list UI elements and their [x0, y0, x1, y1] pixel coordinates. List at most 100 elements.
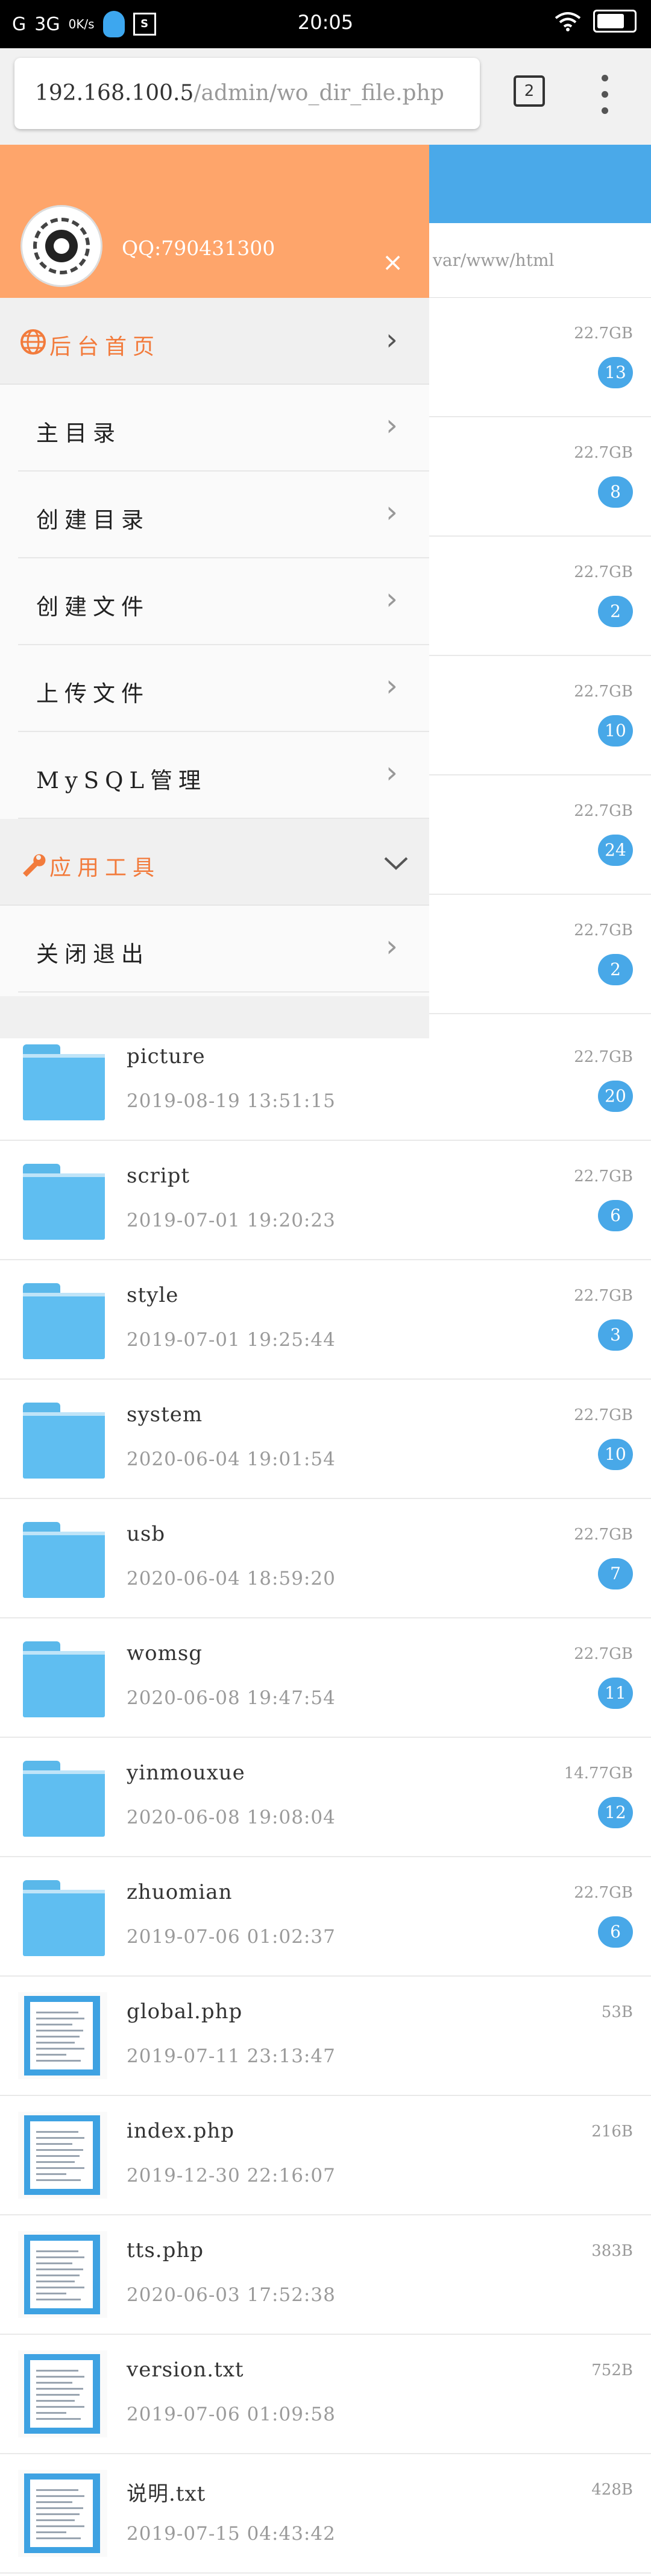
item-name: 说明.txt	[127, 2482, 206, 2506]
item-count-badge: 2	[598, 954, 633, 985]
item-size: 22.7GB	[574, 1884, 633, 1902]
item-size: 428B	[591, 2481, 633, 2499]
item-name: system	[127, 1403, 203, 1427]
item-name: index.php	[127, 2119, 235, 2143]
menu-item-label: 创建目录	[36, 507, 149, 533]
menu-section-home[interactable]: 后台首页 ›	[0, 298, 429, 385]
item-date: 2019-07-15 04:43:42	[127, 2523, 336, 2545]
file-row[interactable]: 说明.txt 2019-07-15 04:43:42 428B	[0, 2454, 651, 2574]
menu-item-label: MySQL管理	[36, 768, 207, 794]
drawer-header: QQ:790431300 ×	[0, 145, 429, 298]
file-row[interactable]: global.php 2019-07-11 23:13:47 53B	[0, 1977, 651, 2096]
item-name: global.php	[127, 2000, 243, 2024]
folder-icon	[18, 1157, 107, 1243]
item-date: 2019-07-06 01:09:58	[127, 2404, 336, 2425]
page-header	[428, 145, 651, 223]
item-name: tts.php	[127, 2238, 204, 2262]
tab-count-button[interactable]: 2	[514, 75, 545, 107]
folder-row[interactable]: womsg 2020-06-08 19:47:54 22.7GB 11	[0, 1618, 651, 1738]
folder-row[interactable]: script 2019-07-01 19:20:23 22.7GB 6	[0, 1141, 651, 1260]
url-bar[interactable]: 192.168.100.5/admin/wo_dir_file.php	[14, 58, 480, 129]
item-size: 22.7GB	[574, 1167, 633, 1185]
item-count-badge: 20	[598, 1081, 633, 1112]
menu-item[interactable]: 上传文件 ›	[18, 645, 429, 732]
chevron-right-icon: ›	[386, 929, 398, 964]
item-name: script	[127, 1164, 190, 1188]
clock: 20:05	[297, 11, 354, 34]
browser-toolbar: 192.168.100.5/admin/wo_dir_file.php 2	[0, 48, 651, 145]
item-size: 53B	[601, 2003, 633, 2021]
item-name: picture	[127, 1044, 206, 1069]
status-bar: G 3G 0K/s S 20:05	[0, 0, 651, 48]
menu-item[interactable]: 主目录 ›	[18, 385, 429, 472]
folder-row[interactable]: zhuomian 2019-07-06 01:02:37 22.7GB 6	[0, 1857, 651, 1977]
item-size: 383B	[591, 2242, 633, 2260]
more-menu-icon[interactable]	[602, 75, 609, 115]
item-size: 216B	[591, 2123, 633, 2141]
item-count-badge: 10	[598, 1439, 633, 1470]
file-row[interactable]: version.txt 2019-07-06 01:09:58 752B	[0, 2335, 651, 2454]
folder-row[interactable]: system 2020-06-04 19:01:54 22.7GB 10	[0, 1380, 651, 1499]
menu-item-logout-label: 关闭退出	[36, 941, 149, 967]
item-size: 14.77GB	[564, 1764, 633, 1782]
item-count-badge: 10	[598, 715, 633, 747]
chevron-right-icon: ›	[386, 408, 398, 443]
item-date: 2019-07-06 01:02:37	[127, 1926, 336, 1948]
status-right	[555, 10, 637, 33]
menu-item[interactable]: 创建文件 ›	[18, 558, 429, 645]
menu-item-logout[interactable]: 关闭退出 ›	[18, 906, 429, 993]
document-icon	[18, 2112, 107, 2199]
item-count-badge: 6	[598, 1200, 633, 1231]
url-host: 192.168.100.5	[35, 81, 194, 106]
document-icon	[18, 2231, 107, 2318]
menu-item-label: 主目录	[36, 420, 121, 446]
folder-icon	[18, 1754, 107, 1840]
item-size: 22.7GB	[574, 324, 633, 343]
item-count-badge: 3	[598, 1319, 633, 1351]
item-count-badge: 24	[598, 835, 633, 866]
folder-icon	[18, 1873, 107, 1960]
folder-icon	[18, 1634, 107, 1721]
item-size: 22.7GB	[574, 921, 633, 939]
item-size: 22.7GB	[574, 1526, 633, 1544]
globe-icon	[20, 329, 46, 355]
item-date: 2019-08-19 13:51:15	[127, 1090, 336, 1112]
side-drawer: QQ:790431300 × 后台首页 › 主目录 › 创建目录 › 创建文件 › 上传文件…	[0, 145, 429, 1038]
menu-item[interactable]: 创建目录 ›	[18, 472, 429, 558]
item-count-badge: 12	[598, 1797, 633, 1828]
avatar	[20, 205, 102, 287]
document-icon	[18, 2470, 107, 2557]
file-row[interactable]: index.php 2019-12-30 22:16:07 216B	[0, 2096, 651, 2215]
chevron-right-icon: ›	[386, 494, 398, 529]
item-size: 22.7GB	[574, 1287, 633, 1305]
item-name: style	[127, 1283, 179, 1307]
item-size: 22.7GB	[574, 1645, 633, 1663]
folder-row[interactable]: usb 2020-06-04 18:59:20 22.7GB 7	[0, 1499, 651, 1618]
item-size: 22.7GB	[574, 1406, 633, 1424]
item-name: zhuomian	[127, 1880, 233, 1904]
item-count-badge: 2	[598, 596, 633, 627]
folder-icon	[18, 1515, 107, 1602]
file-row[interactable]: tts.php 2020-06-03 17:52:38 383B	[0, 2215, 651, 2335]
item-date: 2019-07-11 23:13:47	[127, 2045, 336, 2067]
close-icon[interactable]: ×	[382, 247, 403, 277]
item-date: 2019-12-30 22:16:07	[127, 2165, 336, 2186]
menu-item[interactable]: MySQL管理 ›	[18, 732, 429, 819]
wifi-icon	[555, 12, 581, 31]
folder-row[interactable]: style 2019-07-01 19:25:44 22.7GB 3	[0, 1260, 651, 1380]
folder-icon	[18, 1037, 107, 1124]
menu-item-label: 上传文件	[36, 681, 149, 707]
item-size: 22.7GB	[574, 444, 633, 462]
item-count-badge: 6	[598, 1916, 633, 1948]
folder-row[interactable]: picture 2019-08-19 13:51:15 22.7GB 20	[0, 1021, 651, 1141]
menu-section-tools[interactable]: 应用工具	[0, 819, 429, 906]
chevron-right-icon: ›	[386, 322, 398, 357]
item-count-badge: 8	[598, 476, 633, 508]
item-date: 2019-07-01 19:20:23	[127, 1210, 336, 1231]
item-size: 22.7GB	[574, 683, 633, 701]
item-date: 2020-06-03 17:52:38	[127, 2284, 336, 2306]
folder-row[interactable]: yinmouxue 2020-06-08 19:08:04 14.77GB 12	[0, 1738, 651, 1857]
item-size: 22.7GB	[574, 802, 633, 820]
menu-section-tools-label: 应用工具	[49, 856, 161, 880]
item-name: usb	[127, 1522, 166, 1546]
